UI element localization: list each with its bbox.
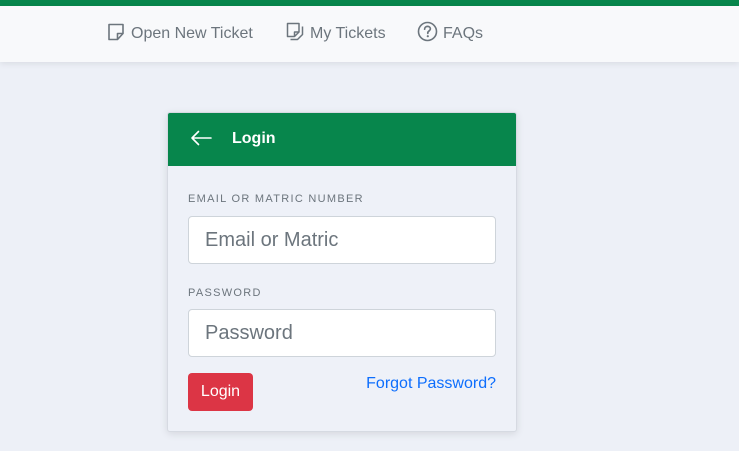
top-navbar: Open New Ticket My Tickets FAQs bbox=[0, 6, 739, 62]
password-label: PASSWORD bbox=[188, 287, 262, 299]
login-card: Login EMAIL OR MATRIC NUMBER PASSWORD Lo… bbox=[167, 112, 517, 432]
question-circle-icon bbox=[417, 21, 443, 47]
arrow-left-icon[interactable] bbox=[189, 128, 213, 153]
nav-faqs-label: FAQs bbox=[443, 25, 484, 42]
login-button[interactable]: Login bbox=[188, 373, 253, 411]
notes-stack-icon bbox=[285, 22, 310, 47]
password-input[interactable] bbox=[188, 309, 496, 357]
nav-my-tickets-label: My Tickets bbox=[310, 25, 386, 42]
email-or-matric-input[interactable] bbox=[188, 216, 496, 264]
forgot-password-link[interactable]: Forgot Password? bbox=[366, 375, 496, 393]
email-label: EMAIL OR MATRIC NUMBER bbox=[188, 193, 364, 205]
note-icon bbox=[106, 22, 131, 47]
login-card-title: Login bbox=[232, 130, 276, 147]
nav-my-tickets[interactable]: My Tickets bbox=[285, 6, 386, 62]
login-card-header: Login bbox=[168, 113, 516, 166]
nav-faqs[interactable]: FAQs bbox=[417, 6, 483, 62]
nav-open-new-ticket[interactable]: Open New Ticket bbox=[106, 6, 253, 62]
nav-open-new-ticket-label: Open New Ticket bbox=[131, 25, 253, 42]
